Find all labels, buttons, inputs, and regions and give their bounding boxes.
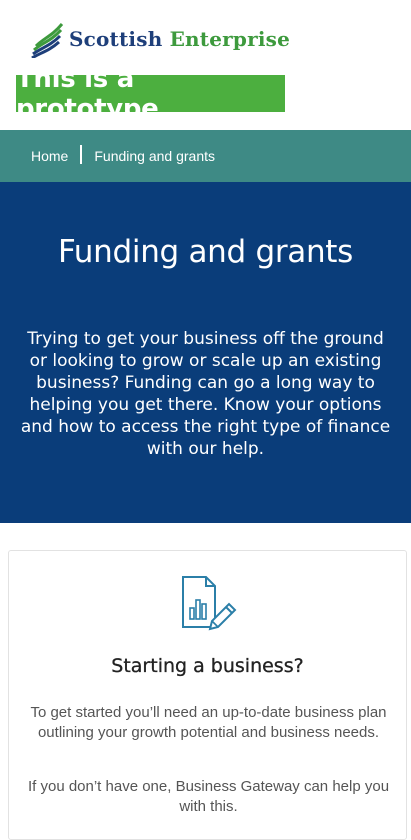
- breadcrumb-current[interactable]: Funding and grants: [94, 148, 215, 164]
- prototype-banner: This is a prototype: [16, 64, 285, 124]
- card-title: Starting a business?: [111, 655, 304, 677]
- breadcrumb-home-link[interactable]: Home: [31, 148, 68, 164]
- page-title: Funding and grants: [57, 234, 354, 270]
- logo-word-scottish: Scottish: [69, 27, 163, 51]
- card-paragraph-gateway: If you don’t have one, Business Gateway …: [27, 778, 390, 815]
- site-header: Scottish Enterprise This is a prototype: [0, 0, 411, 130]
- site-logo[interactable]: Scottish Enterprise: [30, 16, 290, 58]
- logo-wordmark: Scottish Enterprise: [69, 27, 290, 51]
- hero-description: Trying to get your business off the grou…: [20, 329, 391, 459]
- logo-word-enterprise: Enterprise: [169, 27, 290, 51]
- card-paragraph-plan: To get started you’ll need an up-to-date…: [30, 704, 387, 741]
- breadcrumb-separator: [80, 144, 83, 164]
- hero-section: Funding and grants Trying to get your bu…: [0, 182, 411, 523]
- document-chart-pencil-icon: [182, 576, 237, 631]
- breadcrumb: Home Funding and grants: [0, 130, 411, 182]
- saltire-flag-icon: [31, 23, 64, 58]
- starting-business-card: Starting a business? To get started you’…: [8, 550, 407, 840]
